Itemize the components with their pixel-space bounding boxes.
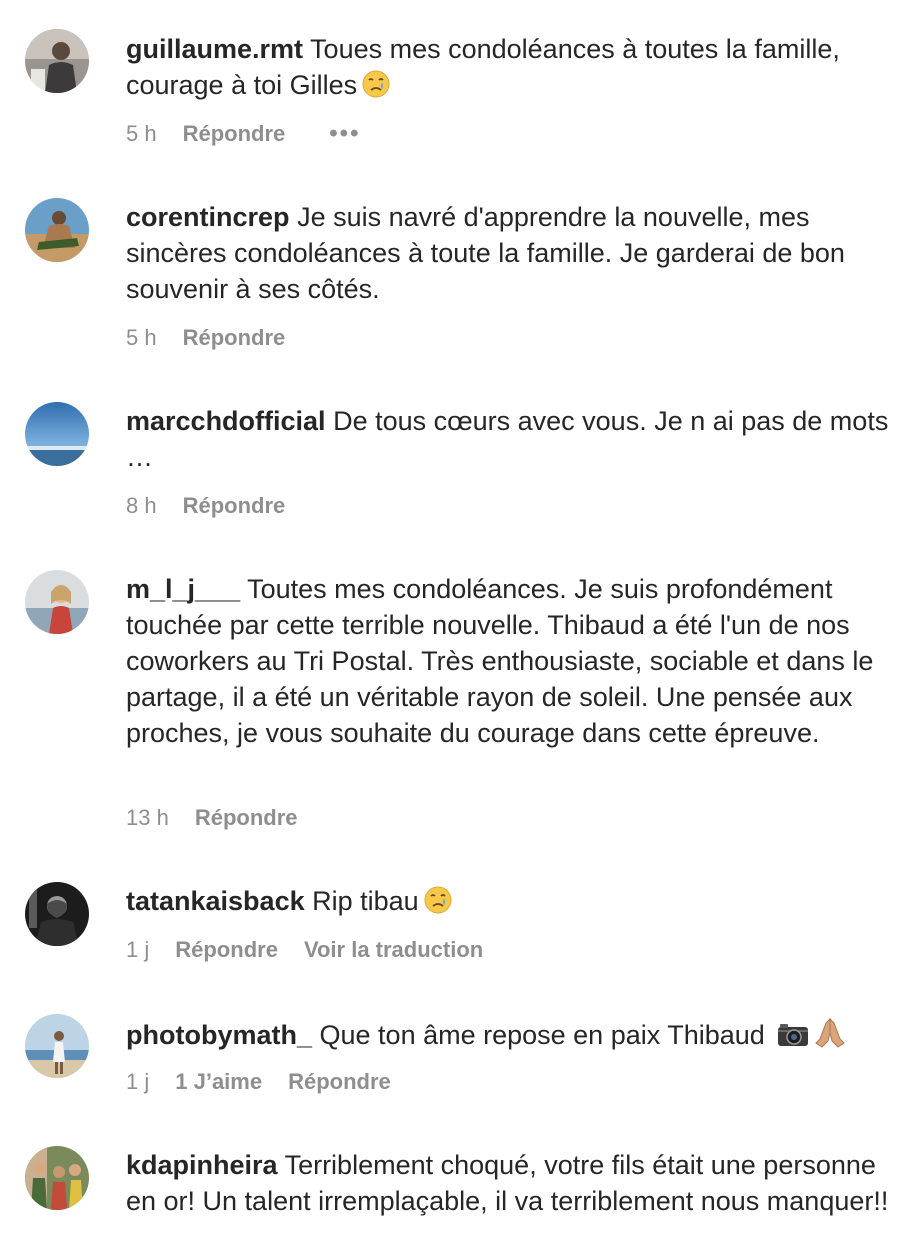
- comment-body: Rip tibau: [312, 886, 419, 916]
- comment-username[interactable]: guillaume.rmt: [126, 34, 303, 64]
- comment-username[interactable]: corentincrep: [126, 202, 290, 232]
- comment-text: guillaume.rmt Toues mes condoléances à t…: [126, 31, 912, 108]
- reply-button[interactable]: Répondre: [183, 493, 286, 519]
- reply-button[interactable]: Répondre: [183, 121, 286, 147]
- folded-hands-icon: [814, 1015, 846, 1058]
- avatar[interactable]: [25, 1146, 89, 1210]
- reply-button[interactable]: Répondre: [195, 805, 298, 831]
- avatar[interactable]: [25, 1014, 89, 1078]
- avatar[interactable]: [25, 882, 89, 946]
- avatar[interactable]: [25, 570, 89, 634]
- comment-username[interactable]: photobymath_: [126, 1020, 312, 1050]
- comment-meta: 1 j Répondre Voir la traduction: [126, 935, 509, 965]
- reply-button[interactable]: Répondre: [288, 1069, 391, 1095]
- comment-text: marcchdofficial De tous cœurs avec vous.…: [126, 403, 912, 475]
- comment-meta: 13 h Répondre: [126, 803, 324, 833]
- avatar[interactable]: [25, 402, 89, 466]
- see-translation-button[interactable]: Voir la traduction: [304, 937, 483, 963]
- crying-face-icon: [361, 69, 391, 108]
- more-options-icon[interactable]: •••: [329, 120, 360, 148]
- comment-username[interactable]: marcchdofficial: [126, 406, 326, 436]
- comment-time: 1 j: [126, 1069, 150, 1094]
- comment-text: tatankaisback Rip tibau: [126, 883, 912, 924]
- comment-username[interactable]: m_l_j___: [126, 574, 240, 604]
- comment-username[interactable]: kdapinheira: [126, 1150, 278, 1180]
- crying-face-icon: [423, 885, 453, 924]
- likes-count[interactable]: 1 J’aime: [175, 1069, 262, 1095]
- comment-meta: 8 h Répondre: [126, 491, 311, 521]
- comment-time: 13 h: [126, 805, 169, 830]
- comment-meta: 5 h Répondre •••: [126, 119, 361, 149]
- comment-time: 1 j: [126, 937, 150, 962]
- comment-time: 8 h: [126, 493, 157, 518]
- reply-button[interactable]: Répondre: [175, 937, 278, 963]
- comment-time: 5 h: [126, 121, 157, 146]
- comment-text: m_l_j___ Toutes mes condoléances. Je sui…: [126, 571, 912, 751]
- comment-meta: 5 h Répondre: [126, 323, 311, 353]
- comment-time: 5 h: [126, 325, 157, 350]
- avatar[interactable]: [25, 198, 89, 262]
- comment-body: Que ton âme repose en paix Thibaud: [319, 1020, 765, 1050]
- comment-meta: 1 j 1 J’aime Répondre: [126, 1067, 417, 1097]
- comment-text: photobymath_ Que ton âme repose en paix …: [126, 1015, 912, 1058]
- camera-icon: [776, 1019, 810, 1058]
- reply-button[interactable]: Répondre: [183, 325, 286, 351]
- comment-text: kdapinheira Terriblement choqué, votre f…: [126, 1147, 912, 1219]
- comment-text: corentincrep Je suis navré d'apprendre l…: [126, 199, 912, 307]
- comment-username[interactable]: tatankaisback: [126, 886, 305, 916]
- avatar[interactable]: [25, 29, 89, 93]
